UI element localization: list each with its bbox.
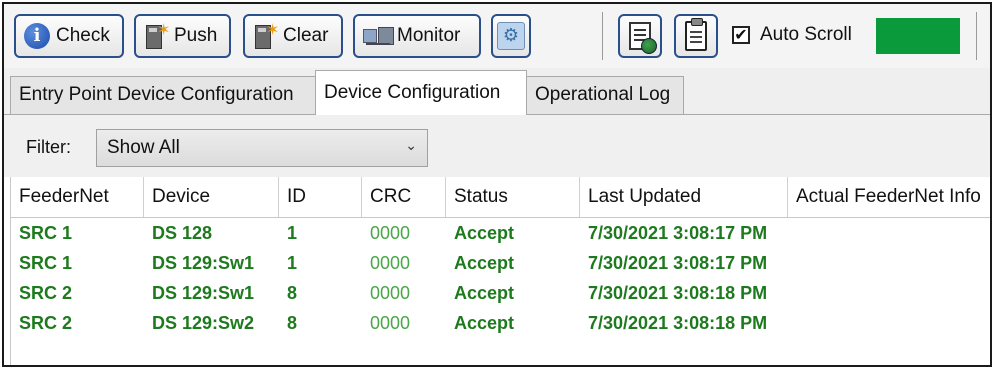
column-header-status[interactable]: Status xyxy=(446,177,580,217)
cell-id: 8 xyxy=(287,313,298,333)
check-button-label: Check xyxy=(56,25,110,46)
clear-button[interactable]: ✶ Clear xyxy=(243,14,343,58)
toolbar-separator xyxy=(976,12,977,60)
table-row[interactable]: SRC 1 DS 128 1 0000 Accept 7/30/2021 3:0… xyxy=(11,218,990,248)
tab-operational-log[interactable]: Operational Log xyxy=(526,76,684,114)
cell-status: Accept xyxy=(454,313,515,333)
monitor-icon xyxy=(363,25,394,47)
filter-dropdown[interactable]: Show All ⌄ xyxy=(96,129,428,167)
chevron-down-icon: ⌄ xyxy=(405,138,417,154)
cell-device: DS 128 xyxy=(152,223,213,243)
cell-device: DS 129:Sw1 xyxy=(152,253,255,273)
cell-crc: 0000 xyxy=(370,253,411,273)
auto-scroll-label: Auto Scroll xyxy=(760,24,852,45)
info-icon: i xyxy=(24,23,50,49)
cell-crc: 0000 xyxy=(370,313,411,333)
cell-status: Accept xyxy=(454,253,515,273)
column-header-feedernet[interactable]: FeederNet xyxy=(11,177,144,217)
column-header-actual-feedernet-info[interactable]: Actual FeederNet Info xyxy=(788,177,990,217)
monitor-button-label: Monitor xyxy=(397,25,461,46)
toolbar-separator xyxy=(602,12,603,60)
table-header: FeederNet Device ID CRC Status Last Upda… xyxy=(11,177,990,218)
device-push-icon: ✶ xyxy=(146,20,170,49)
check-button[interactable]: i Check xyxy=(14,14,124,58)
cell-crc: 0000 xyxy=(370,283,411,303)
toolbar: i Check ✶ Push ✶ Clear Monitor ⚙ ✔ Auto … xyxy=(4,4,990,68)
cell-device: DS 129:Sw1 xyxy=(152,283,255,303)
cell-status: Accept xyxy=(454,223,515,243)
table-row[interactable]: SRC 2 DS 129:Sw1 8 0000 Accept 7/30/2021… xyxy=(11,278,990,308)
cell-last-updated: 7/30/2021 3:08:18 PM xyxy=(588,283,768,303)
cell-feedernet: SRC 2 xyxy=(19,313,73,333)
column-header-device[interactable]: Device xyxy=(144,177,279,217)
device-table: FeederNet Device ID CRC Status Last Upda… xyxy=(10,177,990,365)
column-header-last-updated[interactable]: Last Updated xyxy=(580,177,788,217)
filter-bar: Filter: Show All ⌄ xyxy=(4,115,990,177)
cell-id: 1 xyxy=(287,223,298,243)
document-export-icon xyxy=(629,22,657,54)
cell-id: 8 xyxy=(287,283,298,303)
cell-feedernet: SRC 2 xyxy=(19,283,73,303)
cell-device: DS 129:Sw2 xyxy=(152,313,255,333)
tab-entry-point-device-configuration[interactable]: Entry Point Device Configuration xyxy=(10,76,316,114)
app-window: i Check ✶ Push ✶ Clear Monitor ⚙ ✔ Auto … xyxy=(2,2,992,367)
column-header-id[interactable]: ID xyxy=(279,177,362,217)
column-header-crc[interactable]: CRC xyxy=(362,177,446,217)
cell-id: 1 xyxy=(287,253,298,273)
cell-status: Accept xyxy=(454,283,515,303)
export-button[interactable] xyxy=(618,14,662,58)
monitor-button[interactable]: Monitor xyxy=(353,14,481,58)
push-button[interactable]: ✶ Push xyxy=(134,14,231,58)
auto-scroll-checkbox[interactable]: ✔ xyxy=(732,26,750,44)
table-row[interactable]: SRC 1 DS 129:Sw1 1 0000 Accept 7/30/2021… xyxy=(11,248,990,278)
device-clear-icon: ✶ xyxy=(255,20,279,49)
clipboard-button[interactable] xyxy=(674,14,718,58)
clipboard-icon xyxy=(685,18,707,51)
cell-last-updated: 7/30/2021 3:08:17 PM xyxy=(588,253,768,273)
cell-feedernet: SRC 1 xyxy=(19,253,73,273)
cell-feedernet: SRC 1 xyxy=(19,223,73,243)
filter-selected-value: Show All xyxy=(107,137,180,158)
gear-icon: ⚙ xyxy=(497,22,525,50)
clear-button-label: Clear xyxy=(283,25,329,46)
cell-last-updated: 7/30/2021 3:08:18 PM xyxy=(588,313,768,333)
tab-device-configuration[interactable]: Device Configuration xyxy=(315,70,527,115)
cell-last-updated: 7/30/2021 3:08:17 PM xyxy=(588,223,768,243)
status-indicator xyxy=(876,18,960,54)
filter-label: Filter: xyxy=(26,137,71,157)
settings-button[interactable]: ⚙ xyxy=(491,14,531,58)
cell-crc: 0000 xyxy=(370,223,411,243)
tab-strip: Entry Point Device Configuration Device … xyxy=(4,68,990,115)
push-button-label: Push xyxy=(174,25,218,46)
table-row[interactable]: SRC 2 DS 129:Sw2 8 0000 Accept 7/30/2021… xyxy=(11,308,990,338)
